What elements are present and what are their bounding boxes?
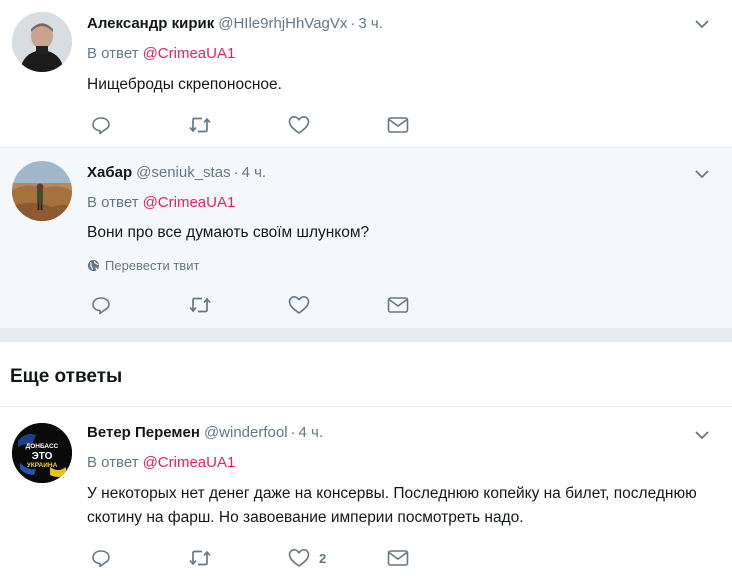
tweet-1[interactable]: Александр кирик @HIle9rhjHhVagVx · 3 ч. В о… (0, 0, 732, 147)
like-icon (288, 549, 310, 567)
reply-button[interactable] (91, 294, 111, 316)
separator-dot: · (290, 424, 296, 441)
reply-label: В ответ (87, 194, 139, 211)
tweet-header: Ветер Перемен @winderfool · 4 ч. (87, 424, 323, 441)
reply-button[interactable] (91, 547, 111, 569)
separator-dot: · (233, 164, 239, 181)
reply-icon (92, 117, 110, 135)
tweet-header: Александр кирик @HIle9rhjHhVagVx · 3 ч. (87, 15, 383, 32)
like-button[interactable] (288, 114, 310, 136)
avatar-text-line-3: УКРАИНА (27, 462, 58, 469)
direct-message-button[interactable] (387, 114, 409, 136)
reply-mention-link[interactable]: @CrimeaUA1 (143, 454, 236, 471)
like-icon (288, 296, 310, 314)
tweet-actions: 2 (87, 547, 427, 569)
display-name[interactable]: Александр кирик (87, 15, 214, 32)
tweet-text: Нищеброды скрепоносное. (87, 76, 282, 93)
avatar[interactable]: ДОНБАСС ЭТО УКРАИНА (12, 423, 72, 483)
reply-icon (92, 297, 110, 315)
timestamp[interactable]: 3 ч. (358, 15, 383, 32)
avatar-text-line-1: ДОНБАСС (26, 443, 59, 450)
reply-button[interactable] (91, 114, 111, 136)
direct-message-icon (387, 550, 409, 566)
direct-message-button[interactable] (387, 294, 409, 316)
reply-context: В ответ @CrimeaUA1 (87, 45, 235, 62)
display-name[interactable]: Ветер Перемен (87, 424, 200, 441)
reply-icon (92, 550, 110, 568)
retweet-button[interactable] (188, 294, 212, 316)
retweet-icon (189, 297, 211, 313)
direct-message-icon (387, 297, 409, 313)
like-button[interactable]: 2 (288, 547, 326, 569)
user-handle[interactable]: @HIle9rhjHhVagVx (218, 15, 347, 32)
chevron-down-icon[interactable] (694, 166, 710, 182)
section-title: Еще ответы (10, 366, 123, 387)
tweet-3[interactable]: ДОНБАСС ЭТО УКРАИНА Ветер Перемен @winder… (0, 407, 732, 588)
retweet-button[interactable] (188, 547, 212, 569)
chevron-down-icon[interactable] (694, 16, 710, 32)
reply-context: В ответ @CrimeaUA1 (87, 194, 235, 211)
translate-label: Перевести твит (105, 258, 200, 273)
direct-message-icon (387, 117, 409, 133)
user-handle[interactable]: @winderfool (204, 424, 288, 441)
retweet-icon (189, 550, 211, 566)
timestamp[interactable]: 4 ч. (299, 424, 324, 441)
chevron-down-icon[interactable] (694, 427, 710, 443)
direct-message-button[interactable] (387, 547, 409, 569)
like-count: 2 (319, 550, 327, 566)
tweet-2[interactable]: Хабар @seniuk_stas · 4 ч. В ответ @CrimeaUA1… (0, 148, 732, 328)
more-replies-section: Еще ответы (0, 342, 732, 406)
reply-mention-link[interactable]: @CrimeaUA1 (143, 45, 236, 62)
translate-tweet-link[interactable]: Перевести твит (87, 258, 199, 273)
tweet-actions (87, 294, 427, 316)
like-button[interactable] (288, 294, 310, 316)
like-icon (288, 116, 310, 134)
timestamp[interactable]: 4 ч. (242, 164, 267, 181)
tweet-header: Хабар @seniuk_stas · 4 ч. (87, 164, 266, 181)
retweet-icon (189, 117, 211, 133)
reply-label: В ответ (87, 454, 139, 471)
globe-icon (87, 259, 100, 272)
reply-mention-link[interactable]: @CrimeaUA1 (143, 194, 236, 211)
tweet-text: У некоторых нет денег даже на консервы. … (87, 485, 697, 526)
reply-context: В ответ @CrimeaUA1 (87, 454, 235, 471)
reply-label: В ответ (87, 45, 139, 62)
avatar-text-line-2: ЭТО (32, 451, 53, 462)
avatar[interactable] (12, 12, 72, 72)
avatar[interactable] (12, 161, 72, 221)
tweet-actions (87, 114, 427, 136)
tweet-text: Вони про все думають своїм шлунком? (87, 224, 370, 241)
retweet-button[interactable] (188, 114, 212, 136)
user-handle[interactable]: @seniuk_stas (136, 164, 230, 181)
separator-dot: · (350, 15, 356, 32)
display-name[interactable]: Хабар (87, 164, 132, 181)
